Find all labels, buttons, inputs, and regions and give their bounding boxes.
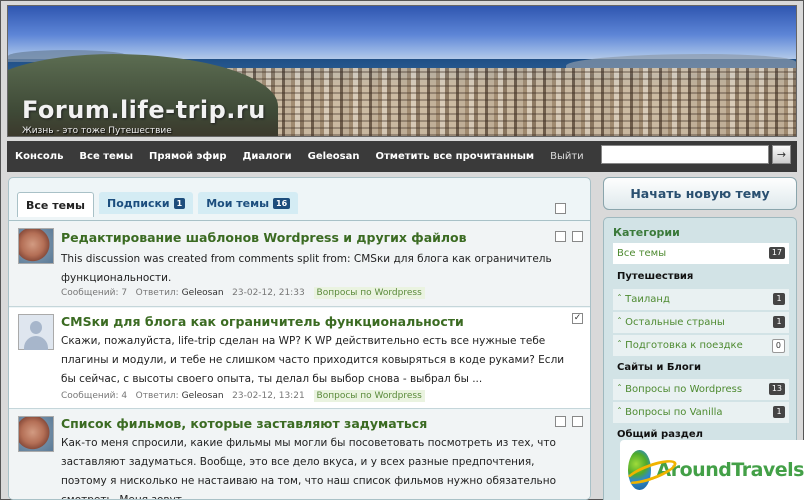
nav-live[interactable]: Прямой эфир [149, 151, 227, 162]
search-input[interactable] [601, 145, 769, 164]
discussion-item: CMSки для блога как ограничитель функцио… [9, 308, 590, 409]
nav-signout[interactable]: Выйти [550, 151, 584, 162]
category-link[interactable]: Вопросы по Wordpress [313, 390, 425, 402]
category-group-travel: Путешествия [617, 271, 694, 282]
discussion-excerpt: Скажи, пожалуйста, life-trip сделан на W… [61, 335, 565, 385]
discussion-title[interactable]: Список фильмов, которые заставляют задум… [61, 416, 427, 431]
search-button[interactable]: → [772, 145, 791, 164]
category-count: 17 [768, 247, 785, 259]
discussion-tabs: Все темы Подписки 1 Мои темы 16 [17, 192, 303, 217]
category-group-sites: Сайты и Блоги [617, 362, 701, 373]
watermark-text: AroundTravels [656, 459, 804, 481]
nav-mark-all-read[interactable]: Отметить все прочитанным [376, 151, 535, 162]
tab-my-topics[interactable]: Мои темы 16 [198, 192, 299, 214]
select-checkbox[interactable] [572, 416, 583, 427]
category-count: 1 [773, 406, 785, 418]
category-count: 0 [771, 339, 785, 353]
discussion-title[interactable]: CMSки для блога как ограничитель функцио… [61, 314, 464, 329]
category-link[interactable]: Вопросы по Wordpress [313, 287, 425, 299]
nav-console[interactable]: Консоль [15, 151, 63, 162]
discussion-title[interactable]: Редактирование шаблонов Wordpress и друг… [61, 230, 467, 245]
last-author-link[interactable]: Geleosan [182, 391, 224, 401]
discussion-meta: Сообщений: 4 Ответил: Geleosan 23-02-12,… [61, 390, 425, 402]
nav-profile[interactable]: Geleosan [308, 151, 360, 162]
site-logo[interactable]: Forum.life-trip.ru [22, 96, 266, 124]
category-thailand[interactable]: ˆ Таиланд 1 [613, 289, 789, 310]
bookmark-checkbox[interactable] [555, 231, 566, 242]
new-topic-button[interactable]: Начать новую тему [603, 177, 797, 210]
discussion-item: Редактирование шаблонов Wordpress и друг… [9, 222, 590, 307]
watermark: AroundTravels [620, 440, 804, 500]
avatar[interactable] [18, 228, 54, 264]
select-all-checkbox[interactable] [555, 203, 566, 214]
site-tagline: Жизнь - это тоже Путешествие [22, 126, 172, 136]
tab-subscriptions[interactable]: Подписки 1 [98, 192, 194, 214]
category-vanilla[interactable]: ˆ Вопросы по Vanilla 1 [613, 402, 789, 423]
discussions-panel: Все темы Подписки 1 Мои темы 16 Редактиров… [8, 177, 591, 500]
select-checkbox-checked[interactable]: ✓ [572, 313, 583, 324]
category-count: 13 [768, 383, 785, 395]
discussion-excerpt: Как-то меня спросили, какие фильмы мы мо… [61, 437, 557, 500]
bookmark-checkbox[interactable] [555, 416, 566, 427]
categories-title: Категории [613, 226, 680, 239]
avatar[interactable] [18, 314, 54, 350]
my-topics-count: 16 [273, 197, 291, 209]
avatar[interactable] [18, 416, 54, 452]
category-other-countries[interactable]: ˆ Остальные страны 1 [613, 312, 789, 333]
last-author-link[interactable]: Geleosan [182, 288, 224, 298]
tab-all-topics[interactable]: Все темы [17, 192, 94, 217]
subscriptions-count: 1 [173, 197, 186, 209]
category-trip-preparation[interactable]: ˆ Подготовка к поездке 0 [613, 335, 789, 356]
discussion-meta: Сообщений: 7 Ответил: Geleosan 23-02-12,… [61, 287, 425, 299]
globe-icon [628, 450, 651, 490]
category-all[interactable]: Все темы 17 [613, 243, 789, 264]
nav-dialogs[interactable]: Диалоги [243, 151, 292, 162]
discussion-item: Список фильмов, которые заставляют задум… [9, 410, 590, 500]
category-count: 1 [773, 316, 785, 328]
header-banner: Forum.life-trip.ru Жизнь - это тоже Путе… [7, 5, 797, 137]
category-count: 1 [773, 293, 785, 305]
main-nav: Консоль Все темы Прямой эфир Диалоги Gel… [7, 141, 797, 172]
discussion-excerpt: This discussion was created from comment… [61, 253, 552, 284]
nav-all-topics[interactable]: Все темы [79, 151, 133, 162]
select-checkbox[interactable] [572, 231, 583, 242]
category-wordpress[interactable]: ˆ Вопросы по Wordpress 13 [613, 379, 789, 400]
